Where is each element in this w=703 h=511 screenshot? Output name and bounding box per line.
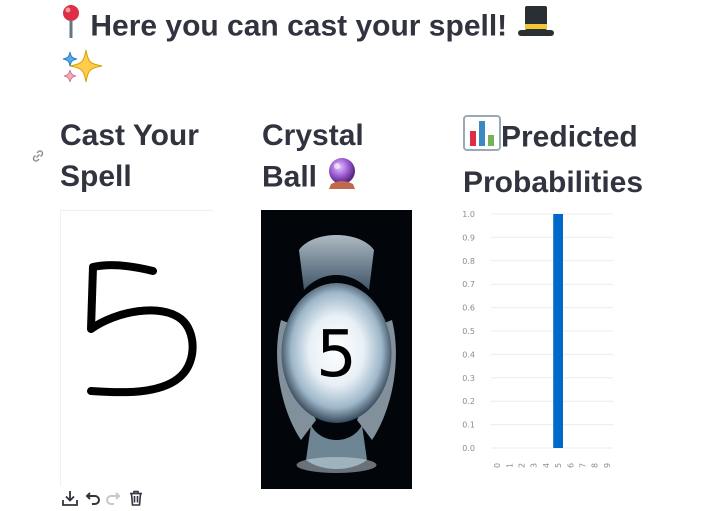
prob-title-line1: Predicted <box>501 120 638 154</box>
x-tick-label: 3 <box>530 463 539 468</box>
y-tick-label: 0.1 <box>462 421 475 430</box>
y-tick-label: 0.2 <box>462 397 475 406</box>
page-title-text: Here you can cast your spell! <box>90 9 508 43</box>
crystal-title-line2: Ball <box>262 160 318 194</box>
x-tick-label: 9 <box>603 463 612 468</box>
y-tick-label: 0.5 <box>462 327 475 336</box>
y-tick-label: 0.7 <box>462 280 475 289</box>
undo-icon[interactable] <box>82 488 102 508</box>
y-tick-label: 0.4 <box>462 350 475 359</box>
prediction-digit: 5 <box>316 318 357 392</box>
drawn-digit <box>87 261 197 397</box>
x-tick-label: 8 <box>591 463 600 468</box>
sparkles-icon <box>60 46 104 86</box>
prob-title-line2: Probabilities <box>463 166 644 199</box>
x-tick-label: 6 <box>566 463 575 468</box>
canvas-toolbar <box>60 487 146 509</box>
x-tick-label: 1 <box>505 463 514 468</box>
redo-icon[interactable] <box>104 488 124 508</box>
download-icon[interactable] <box>60 488 80 508</box>
y-tick-label: 0.6 <box>462 304 475 313</box>
page-title: Here you can cast your spell! <box>60 4 556 51</box>
x-tick-label: 4 <box>542 463 551 468</box>
probability-chart: 0.0 0.1 0.2 0.3 0.4 0.5 0.6 0.7 0.8 0.9 1.0 0 1 2 3 4 5 6… <box>462 210 613 468</box>
cast-spell-heading: Cast Your Spell <box>60 115 199 197</box>
drawing-canvas[interactable] <box>60 210 213 486</box>
top-hat-icon <box>516 4 556 51</box>
cast-title-line2: Spell <box>60 160 132 193</box>
y-tick-label: 0.8 <box>462 257 475 266</box>
x-tick-label: 7 <box>579 463 588 468</box>
link-icon[interactable] <box>30 148 46 164</box>
pushpin-icon <box>60 4 82 51</box>
x-tick-label: 5 <box>554 463 563 468</box>
crystal-ball-icon <box>325 156 359 201</box>
x-tick-label: 2 <box>518 463 527 468</box>
y-tick-label: 0.0 <box>462 444 475 453</box>
crystal-ball-image: 5 <box>261 210 412 489</box>
crystal-ball-heading: Crystal Ball <box>262 115 364 201</box>
bar-chart-icon <box>463 115 501 162</box>
bar-5 <box>553 214 563 448</box>
crystal-title-line1: Crystal <box>262 119 364 152</box>
predicted-probabilities-heading: Predicted Probabilities <box>463 115 643 203</box>
y-tick-label: 1.0 <box>462 210 475 219</box>
trash-icon[interactable] <box>126 488 146 508</box>
y-tick-label: 0.9 <box>462 233 475 242</box>
x-tick-label: 0 <box>493 463 502 468</box>
cast-title-line1: Cast Your <box>60 119 199 152</box>
y-tick-label: 0.3 <box>462 374 475 383</box>
